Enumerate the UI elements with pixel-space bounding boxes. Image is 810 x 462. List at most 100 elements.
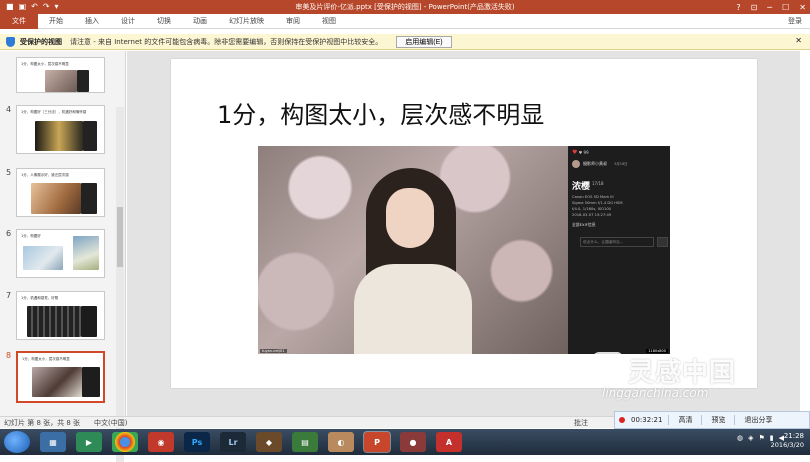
slide-photo[interactable]: tuyan.net/01 ♥ ♥ 99 摄影师小黄叔 3月16日 浓樱 17/1…	[258, 146, 670, 354]
thumb-image	[27, 306, 81, 337]
comment-send-button	[657, 237, 668, 247]
thumbnail-scrollbar[interactable]	[116, 107, 124, 462]
avatar	[572, 160, 580, 168]
slide-thumb-box: 1分，构图太小，层次感不明显	[16, 57, 105, 93]
tab-design[interactable]: 设计	[110, 14, 146, 29]
slide-thumb-box: 1分，人像展示好，缺乏层次感	[16, 168, 105, 217]
powerpoint-icon[interactable]: ■	[6, 3, 14, 11]
shield-icon	[6, 36, 15, 47]
lightroom-icon[interactable]: Lr	[220, 432, 246, 452]
start-button[interactable]	[4, 431, 30, 453]
divider	[701, 415, 703, 425]
close-icon[interactable]: ✕	[795, 36, 802, 45]
maximize-button[interactable]: ☐	[782, 3, 789, 12]
tab-home[interactable]: 开始	[38, 14, 74, 29]
help-button[interactable]: ?	[736, 3, 740, 12]
slide-number: 4	[6, 105, 12, 114]
photo-icon[interactable]: ◐	[328, 432, 354, 452]
thumb-image	[32, 367, 82, 397]
close-button[interactable]: ✕	[799, 3, 806, 12]
chrome-icon[interactable]	[112, 432, 138, 452]
tab-file[interactable]: 文件	[0, 13, 38, 29]
app-icon[interactable]: ◉	[148, 432, 174, 452]
tray-icon[interactable]: ◍	[737, 434, 743, 442]
tab-insert[interactable]: 插入	[74, 14, 110, 29]
quick-access-toolbar: ■ ▣ ↶ ↷ ▾	[0, 3, 59, 11]
watermark-en: lingganchina.com	[602, 386, 709, 400]
watermark-logo-icon	[586, 352, 624, 382]
thumb-caption: 1分，构图太小，层次感不明显	[21, 62, 69, 66]
thumb-panel	[81, 183, 97, 214]
divider	[668, 415, 670, 425]
exif-datetime: 2016-03-07 15:27:49	[572, 213, 612, 217]
photo-caption: tuyan.net/01	[260, 349, 287, 353]
preview-button[interactable]: 预览	[708, 415, 728, 425]
tab-view[interactable]: 视图	[311, 14, 347, 29]
thumb-image	[31, 183, 81, 214]
thumb-caption: 1分，构图太小，层次感不明显	[22, 357, 70, 361]
window-controls: ? ⊡ ─ ☐ ✕	[736, 0, 806, 14]
tab-slideshow[interactable]: 幻灯片放映	[218, 14, 275, 29]
screen-recorder-bar: 00:32:21 高清 预览 退出分享	[614, 411, 810, 429]
tab-transitions[interactable]: 切换	[146, 14, 182, 29]
acrobat-icon[interactable]: A	[436, 432, 462, 452]
powerpoint-taskbar-icon[interactable]: P	[364, 432, 390, 452]
exit-share-button[interactable]: 退出分享	[741, 415, 775, 425]
record-time: 00:32:21	[631, 416, 663, 424]
divider	[734, 415, 736, 425]
ribbon-display-button[interactable]: ⊡	[751, 3, 758, 12]
exif-panel: ♥ ♥ 99 摄影师小黄叔 3月16日 浓樱 17/18 Canon EOS 5…	[568, 146, 670, 354]
watermark: 灵感中国 lingganchina.com	[586, 352, 800, 402]
likes: ♥ 99	[578, 150, 589, 155]
notes-button[interactable]: 批注	[574, 418, 588, 428]
app-icon-3[interactable]: ●	[400, 432, 426, 452]
redo-icon[interactable]: ↷	[43, 3, 50, 11]
slide-number: 5	[6, 168, 12, 177]
protected-view-message: 请注意 - 来自 Internet 的文件可能包含病毒。除非您需要编辑，否则保持…	[70, 37, 383, 46]
thumb-panel	[77, 70, 89, 92]
slide-thumbnail-pane: 1分，构图太小，层次感不明显 4 1分，构图好（三分法），机遇好和情怀感 5 1…	[0, 51, 126, 462]
thumb-caption: 1分，构图好	[21, 234, 41, 238]
photoshop-icon[interactable]: Ps	[184, 432, 210, 452]
save-icon[interactable]: ▣	[19, 3, 27, 11]
slide-title[interactable]: 1分，构图太小，层次感不明显	[217, 95, 544, 130]
author-row: 摄影师小黄叔 3月16日	[572, 160, 628, 168]
scrollbar-thumb[interactable]	[117, 207, 123, 267]
minimize-button[interactable]: ─	[767, 3, 772, 12]
slide-thumb-box: 1分，构图好	[16, 229, 105, 278]
title-bar: ■ ▣ ↶ ↷ ▾ 审美及片评价-亿派.pptx [受保护的视图] - Powe…	[0, 0, 810, 14]
thumb-panel	[81, 306, 97, 337]
clock[interactable]: 21:28 2016/3/20	[748, 432, 804, 450]
customize-icon[interactable]: ▾	[55, 3, 59, 11]
hd-button[interactable]: 高清	[675, 415, 695, 425]
photo-title: 浓樱	[572, 182, 591, 192]
slide-thumb-box: 1分，构图太小，层次感不明显	[16, 351, 105, 403]
author-date: 3月16日	[614, 161, 628, 166]
undo-icon[interactable]: ↶	[31, 3, 38, 11]
thumb-caption: 1分，机遇和感觉，好照	[21, 296, 59, 300]
thumb-image	[23, 246, 63, 270]
media-icon[interactable]: ▶	[76, 432, 102, 452]
record-icon	[619, 417, 625, 423]
language-indicator[interactable]: 中文(中国)	[94, 418, 127, 428]
slide-number: 6	[6, 229, 12, 238]
all-exif-link: 全部EXIF信息	[572, 222, 596, 227]
app-icon-2[interactable]: ◆	[256, 432, 282, 452]
windows-taskbar: ▦ ▶ ◉ Ps Lr ◆ ▤ ◐ P ● A ◍ ◈ ⚑ ▮ ◀ 21:28 …	[0, 429, 810, 455]
tab-review[interactable]: 审阅	[275, 14, 311, 29]
explorer-icon[interactable]: ▦	[40, 432, 66, 452]
window-title: 审美及片评价-亿派.pptx [受保护的视图] - PowerPoint(产品激…	[295, 3, 515, 11]
tab-animations[interactable]: 动画	[182, 14, 218, 29]
exif-lens: Sigma 50mm f/1.4 DG HSM	[572, 201, 623, 205]
watermark-cn: 灵感中国	[628, 358, 737, 388]
like-count: ♥ ♥ 99	[572, 149, 589, 156]
thumb-caption: 1分，人像展示好，缺乏层次感	[21, 173, 69, 177]
enable-editing-button[interactable]: 启用编辑(E)	[396, 35, 452, 48]
thumb-image	[45, 70, 77, 92]
image-viewer-icon[interactable]: ▤	[292, 432, 318, 452]
photo-sweater	[354, 264, 472, 354]
thumb-image	[35, 121, 83, 151]
signin-link[interactable]: 登录	[788, 14, 802, 29]
thumb-panel	[83, 121, 97, 151]
current-slide[interactable]: 1分，构图太小，层次感不明显 tuyan.net/01 ♥ ♥ 99 摄影师小黄…	[171, 59, 757, 388]
